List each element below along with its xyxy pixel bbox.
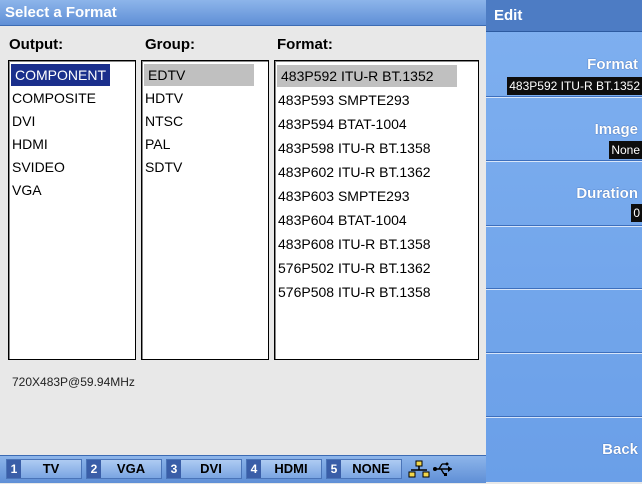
format-item[interactable]: 576P508 ITU-R BT.1358 <box>278 281 431 303</box>
network-icon[interactable] <box>408 459 430 479</box>
tab-none[interactable]: 5 NONE <box>326 459 402 479</box>
tab-number: 1 <box>7 460 21 478</box>
format-item[interactable]: 483P603 SMPTE293 <box>278 185 410 207</box>
tab-label: NONE <box>352 461 390 476</box>
tab-label: DVI <box>200 461 222 476</box>
tab-dvi[interactable]: 3 DVI <box>166 459 242 479</box>
tab-label: HDMI <box>274 461 308 476</box>
format-item[interactable]: 483P594 BTAT-1004 <box>278 113 407 135</box>
format-item[interactable]: 483P602 ITU-R BT.1362 <box>278 161 431 183</box>
format-item[interactable]: 483P598 ITU-R BT.1358 <box>278 137 431 159</box>
softkey-divider <box>486 352 642 354</box>
softkey-divider <box>486 160 642 162</box>
tab-hdmi[interactable]: 4 HDMI <box>246 459 322 479</box>
edit-panel: Edit Format 483P592 ITU-R BT.1352 Image … <box>486 0 642 482</box>
image-value: None <box>609 141 642 159</box>
tab-tv[interactable]: 1 TV <box>6 459 82 479</box>
output-list[interactable]: COMPONENT COMPOSITE DVI HDMI SVIDEO VGA <box>8 60 136 360</box>
group-item-edtv[interactable]: EDTV <box>144 64 254 86</box>
tab-label: TV <box>42 461 60 476</box>
group-header: Group: <box>145 36 195 53</box>
dialog-title: Select a Format <box>0 0 486 26</box>
back-softkey-label[interactable]: Back <box>602 441 638 458</box>
output-item-component[interactable]: COMPONENT <box>10 63 111 87</box>
format-item[interactable]: 483P592 ITU-R BT.1352 <box>277 65 457 87</box>
format-item[interactable]: 576P502 ITU-R BT.1362 <box>278 257 431 279</box>
output-item-dvi[interactable]: DVI <box>12 110 35 132</box>
resolution-status: 720X483P@59.94MHz <box>12 375 135 389</box>
output-item-vga[interactable]: VGA <box>12 179 42 201</box>
group-item-pal[interactable]: PAL <box>145 133 170 155</box>
edit-panel-title: Edit <box>486 0 642 32</box>
duration-value: 0 <box>631 204 642 222</box>
format-header: Format: <box>277 36 333 53</box>
group-item-hdtv[interactable]: HDTV <box>145 87 183 109</box>
tab-number: 4 <box>247 460 261 478</box>
format-item[interactable]: 483P608 ITU-R BT.1358 <box>278 233 431 255</box>
group-list[interactable]: EDTV HDTV NTSC PAL SDTV <box>141 60 269 360</box>
format-item[interactable]: 483P604 BTAT-1004 <box>278 209 407 231</box>
tab-number: 3 <box>167 460 181 478</box>
image-softkey-label[interactable]: Image <box>595 121 638 138</box>
group-item-sdtv[interactable]: SDTV <box>145 156 182 178</box>
bottom-tab-bar: 1 TV 2 VGA 3 DVI 4 HDMI 5 NONE <box>0 455 486 483</box>
softkey-divider <box>486 416 642 418</box>
duration-softkey-label[interactable]: Duration <box>576 185 638 202</box>
output-item-svideo[interactable]: SVIDEO <box>12 156 65 178</box>
format-item[interactable]: 483P593 SMPTE293 <box>278 89 410 111</box>
output-header: Output: <box>9 36 64 53</box>
output-item-hdmi[interactable]: HDMI <box>12 133 48 155</box>
output-item-composite[interactable]: COMPOSITE <box>12 87 96 109</box>
format-value: 483P592 ITU-R BT.1352 <box>507 77 642 95</box>
softkey-divider <box>486 288 642 290</box>
group-item-ntsc[interactable]: NTSC <box>145 110 183 132</box>
usb-icon[interactable] <box>432 459 454 479</box>
softkey-divider <box>486 96 642 98</box>
tab-number: 2 <box>87 460 101 478</box>
tab-label: VGA <box>116 461 146 476</box>
tab-vga[interactable]: 2 VGA <box>86 459 162 479</box>
format-softkey-label[interactable]: Format <box>587 56 638 73</box>
format-list[interactable]: 483P592 ITU-R BT.1352 483P593 SMPTE293 4… <box>274 60 479 360</box>
softkey-divider <box>486 225 642 227</box>
tab-number: 5 <box>327 460 341 478</box>
